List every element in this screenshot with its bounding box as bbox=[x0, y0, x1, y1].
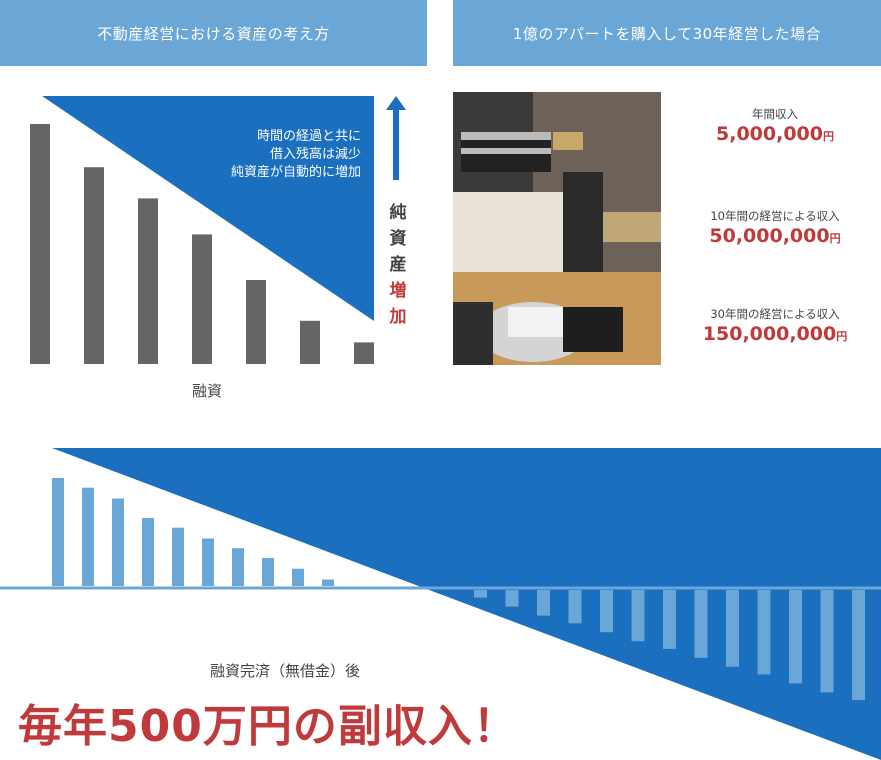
income-30-years: 30年間の経営による収入 150,000,000円 bbox=[690, 306, 860, 346]
income-unit: 円 bbox=[822, 130, 834, 143]
income-bar bbox=[852, 590, 865, 701]
decreasing-bar bbox=[82, 487, 94, 586]
income-bar bbox=[474, 590, 487, 598]
income-bar bbox=[663, 590, 676, 649]
decreasing-bar bbox=[292, 568, 304, 586]
left-panel-title: 不動産経営における資産の考え方 bbox=[97, 24, 330, 43]
income-value: 5,000,000 bbox=[716, 123, 823, 145]
income-label: 30年間の経営による収入 bbox=[710, 307, 840, 321]
income-bar bbox=[694, 590, 708, 658]
vertical-char-red: 増 bbox=[389, 281, 407, 301]
vertical-char: 産 bbox=[389, 255, 407, 275]
apartment-photo bbox=[453, 92, 661, 365]
income-bar bbox=[631, 590, 645, 642]
triangle-caption-line: 純資産が自動的に増加 bbox=[230, 165, 361, 180]
right-panel-header: 1億のアパートを購入して30年経営した場合 bbox=[453, 0, 881, 66]
decreasing-bar bbox=[172, 527, 184, 586]
decreasing-bar bbox=[322, 579, 334, 586]
income-value: 150,000,000 bbox=[702, 323, 837, 345]
triangle-caption: 時間の経過と共に 借入残高は減少 純資産が自動的に増加 bbox=[231, 128, 361, 182]
asset-diagram bbox=[30, 96, 374, 364]
loan-bar bbox=[30, 124, 50, 364]
decreasing-bar bbox=[202, 538, 214, 586]
income-bar bbox=[757, 590, 771, 675]
vertical-char: 資 bbox=[389, 229, 407, 249]
decreasing-bar bbox=[52, 478, 64, 586]
headline: 毎年500万円の副収入！ bbox=[18, 701, 518, 752]
income-bar bbox=[726, 590, 739, 667]
decreasing-bar bbox=[262, 557, 274, 586]
income-unit: 円 bbox=[829, 232, 841, 245]
decreasing-bar bbox=[232, 548, 244, 586]
after-loan-label: 融資完済（無借金）後 bbox=[210, 662, 361, 680]
income-annual: 年間収入 5,000,000円 bbox=[690, 106, 860, 146]
vertical-char-red: 加 bbox=[389, 307, 407, 327]
income-bar bbox=[537, 590, 550, 616]
right-panel-title: 1億のアパートを購入して30年経営した場合 bbox=[512, 24, 822, 43]
loan-bar bbox=[300, 320, 320, 364]
decreasing-bar bbox=[142, 517, 154, 586]
income-10-years: 10年間の経営による収入 50,000,000円 bbox=[690, 208, 860, 248]
income-bar bbox=[505, 590, 519, 607]
income-bar bbox=[600, 590, 613, 633]
income-unit: 円 bbox=[836, 330, 848, 343]
income-bar bbox=[789, 590, 802, 684]
loan-bar bbox=[84, 167, 104, 364]
decreasing-bar bbox=[112, 498, 124, 586]
triangle-caption-line: 借入残高は減少 bbox=[269, 147, 361, 162]
left-panel-header: 不動産経営における資産の考え方 bbox=[0, 0, 427, 66]
loan-bar bbox=[138, 198, 158, 364]
triangle-caption-line: 時間の経過と共に bbox=[256, 129, 361, 144]
income-bar bbox=[820, 590, 834, 693]
income-label: 年間収入 bbox=[752, 107, 798, 121]
vertical-char: 純 bbox=[389, 203, 407, 223]
income-value: 50,000,000 bbox=[709, 225, 830, 247]
net-asset-increase-label: 純 資 産 増 加 bbox=[388, 200, 408, 330]
loan-bar bbox=[354, 342, 374, 364]
loan-bar bbox=[192, 234, 212, 364]
income-bar bbox=[568, 590, 582, 624]
up-arrow-icon bbox=[386, 96, 406, 180]
income-label: 10年間の経営による収入 bbox=[710, 209, 840, 223]
loan-bar bbox=[246, 280, 266, 364]
loan-label: 融資 bbox=[192, 382, 223, 400]
